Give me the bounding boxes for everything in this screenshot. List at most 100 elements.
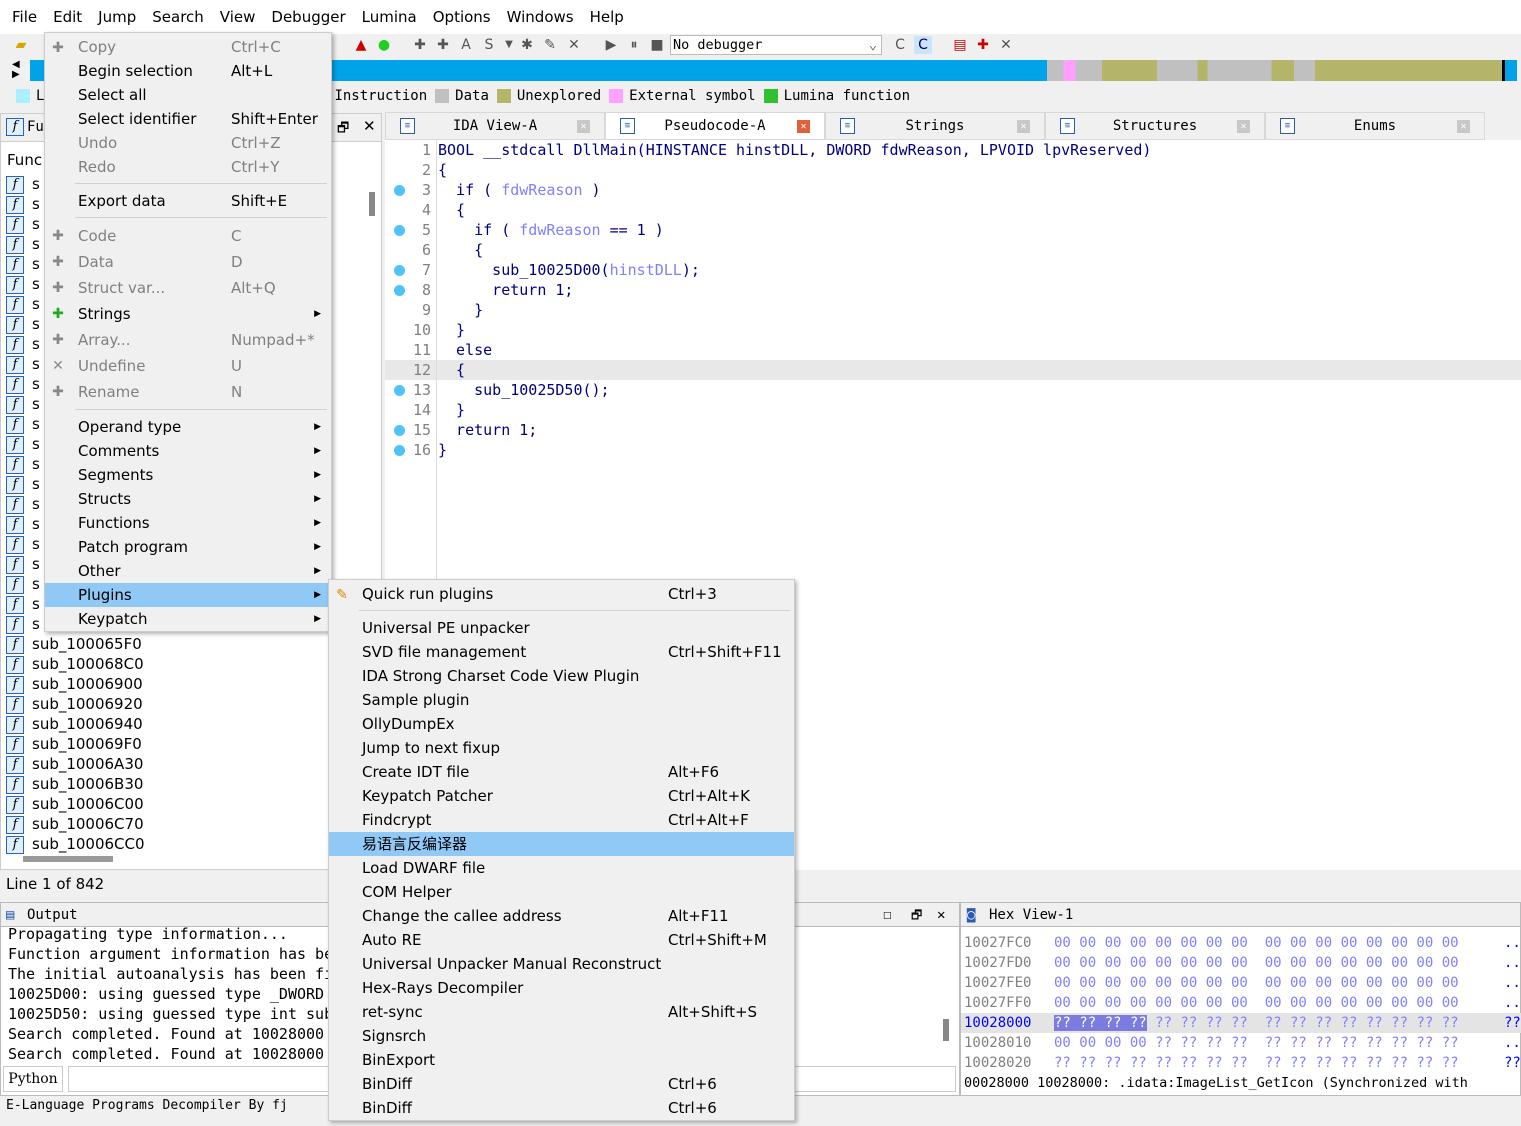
function-list-item[interactable]: s xyxy=(32,575,40,593)
menu-edit[interactable]: Edit xyxy=(45,8,90,26)
menu-item-bindiff[interactable]: BinDiff Ctrl+6 xyxy=(329,1072,794,1096)
menu-item-bindiff[interactable]: BinDiff Ctrl+6 xyxy=(329,1096,794,1120)
menu-item-ret-sync[interactable]: ret-sync Alt+Shift+S xyxy=(329,1000,794,1024)
array-icon[interactable]: ✱ xyxy=(518,36,536,54)
function-list-item[interactable]: s xyxy=(32,355,40,373)
code-line[interactable]: 5 if ( fdwReason == 1 ) xyxy=(385,220,1521,240)
function-list-item[interactable]: sub_100068C0 xyxy=(32,655,144,673)
run-green-icon[interactable]: ● xyxy=(375,36,393,54)
hex-row[interactable]: 10028000?? ?? ?? ?? ?? ?? ?? ?? ?? ?? ??… xyxy=(961,1013,1521,1033)
hex-row[interactable]: 10027FF0 00 00 00 00 00 00 00 00 00 00 00… xyxy=(961,993,1521,1013)
rename-icon[interactable]: ✎ xyxy=(541,36,559,54)
menu-item-export-data[interactable]: Export data Shift+E xyxy=(45,189,331,213)
horizontal-scrollbar[interactable] xyxy=(23,856,113,862)
restore-icon[interactable]: 🗗 xyxy=(911,903,922,927)
function-list-item[interactable]: sub_10006920 xyxy=(32,695,143,713)
breakpoint-icon[interactable]: ▲ xyxy=(352,36,370,54)
menu-item-copy[interactable]: ✚ Copy Ctrl+C xyxy=(45,35,331,59)
function-list-item[interactable]: s xyxy=(32,535,40,553)
function-list-item[interactable]: s xyxy=(32,195,40,213)
menu-lumina[interactable]: Lumina xyxy=(354,8,425,26)
code-line[interactable]: 8 return 1; xyxy=(385,280,1521,300)
add-breakpoint-icon[interactable]: ✚ xyxy=(974,36,992,54)
code-line[interactable]: 1 BOOL __stdcall DllMain(HINSTANCE hinstD… xyxy=(385,140,1521,160)
function-list-item[interactable]: s xyxy=(32,495,40,513)
menu-item-plugins[interactable]: Plugins ▶ xyxy=(45,583,331,607)
menu-item-universal-pe-unpacker[interactable]: Universal PE unpacker xyxy=(329,616,794,640)
menu-item-change-the-callee-address[interactable]: Change the callee address Alt+F11 xyxy=(329,904,794,928)
menu-item-com-helper[interactable]: COM Helper xyxy=(329,880,794,904)
vertical-scrollbar[interactable] xyxy=(369,192,375,216)
function-list-item[interactable]: sub_10006900 xyxy=(32,675,143,693)
menu-item-jump-to-next-fixup[interactable]: Jump to next fixup xyxy=(329,736,794,760)
menu-item-svd-file-management[interactable]: SVD file management Ctrl+Shift+F11 xyxy=(329,640,794,664)
hex-row[interactable]: 10028010 00 00 00 00 ?? ?? ?? ?? ?? ?? ??… xyxy=(961,1033,1521,1053)
menu-jump[interactable]: Jump xyxy=(90,8,144,26)
menu-item-functions[interactable]: Functions ▶ xyxy=(45,511,331,535)
function-list-item[interactable]: sub_10006C00 xyxy=(32,795,144,813)
code-line[interactable]: 14 } xyxy=(385,400,1521,420)
make-code-icon[interactable]: ✚ xyxy=(411,36,429,54)
menu-item-ollydumpex[interactable]: OllyDumpEx xyxy=(329,712,794,736)
close-tab-icon[interactable]: ✕ xyxy=(1457,120,1470,133)
code-line[interactable]: 15 return 1; xyxy=(385,420,1521,440)
hex-row[interactable]: 10027FE0 00 00 00 00 00 00 00 00 00 00 00… xyxy=(961,973,1521,993)
code-line[interactable]: 13 sub_10025D50(); xyxy=(385,380,1521,400)
menu-help[interactable]: Help xyxy=(582,8,632,26)
function-list-item[interactable]: sub_10006A30 xyxy=(32,755,143,773)
function-list-item[interactable]: sub_10006CC0 xyxy=(32,835,145,853)
menu-item-redo[interactable]: Redo Ctrl+Y xyxy=(45,155,331,179)
tab-strings[interactable]: ≡ Strings ✕ xyxy=(825,112,1045,140)
function-list-item[interactable]: sub_10006C70 xyxy=(32,815,144,833)
menu-item-load-dwarf-file[interactable]: Load DWARF file xyxy=(329,856,794,880)
code-line[interactable]: 7 sub_10025D00(hinstDLL); xyxy=(385,260,1521,280)
menu-item-create-idt-file[interactable]: Create IDT file Alt+F6 xyxy=(329,760,794,784)
function-list-item[interactable]: s xyxy=(32,315,40,333)
function-list-item[interactable]: sub_10006940 xyxy=(32,715,143,733)
debugger-select[interactable]: No debugger ⌄ xyxy=(670,35,882,55)
open-file-icon[interactable]: ▰ xyxy=(12,36,30,54)
function-list-item[interactable]: s xyxy=(32,475,40,493)
menu-item-data[interactable]: ✚ Data D xyxy=(45,249,331,275)
chevron-down-icon[interactable]: ▼ xyxy=(500,36,518,54)
menu-item-other[interactable]: Other ▶ xyxy=(45,559,331,583)
menu-item-array[interactable]: ✚ Array... Numpad+* xyxy=(45,327,331,353)
column-header-function-name[interactable]: Func xyxy=(7,151,42,169)
function-list-item[interactable]: sub_100065F0 xyxy=(32,635,142,653)
function-list-item[interactable]: s xyxy=(32,175,40,193)
hex-row[interactable]: 10027FC0 00 00 00 00 00 00 00 00 00 00 00… xyxy=(961,933,1521,953)
menu-file[interactable]: File xyxy=(4,8,45,26)
function-list-item[interactable]: s xyxy=(32,235,40,253)
menu-item-signsrch[interactable]: Signsrch xyxy=(329,1024,794,1048)
restore-icon[interactable]: 🗗 xyxy=(337,119,349,141)
function-list-item[interactable]: s xyxy=(32,595,40,613)
close-tab-icon[interactable]: ✕ xyxy=(1017,120,1030,133)
menu-item-rename[interactable]: ✚ Rename N xyxy=(45,379,331,405)
nav-arrows-icon[interactable]: ◀ ▶ xyxy=(12,60,20,80)
menu-item-select-identifier[interactable]: Select identifier Shift+Enter xyxy=(45,107,331,131)
code-line[interactable]: 9 } xyxy=(385,300,1521,320)
code-line[interactable]: 3 if ( fdwReason ) xyxy=(385,180,1521,200)
tab-pseudocode-a[interactable]: ≡ Pseudocode-A ✕ xyxy=(605,112,825,140)
function-list-item[interactable]: s xyxy=(32,275,40,293)
menu-item-universal-unpacker-manual-reconstruct[interactable]: Universal Unpacker Manual Reconstruct xyxy=(329,952,794,976)
tab-ida-view-a[interactable]: ≡ IDA View-A ✕ xyxy=(385,112,605,140)
menu-item-hex-rays-decompiler[interactable]: Hex-Rays Decompiler xyxy=(329,976,794,1000)
make-data-icon[interactable]: ✚ xyxy=(434,36,452,54)
stop-icon[interactable]: ■ xyxy=(648,36,666,54)
code-line[interactable]: 4 { xyxy=(385,200,1521,220)
hex-row[interactable]: 10027FD0 00 00 00 00 00 00 00 00 00 00 00… xyxy=(961,953,1521,973)
debug-view-icon[interactable]: ▤ xyxy=(951,36,969,54)
close-icon[interactable]: ✕ xyxy=(363,117,376,135)
function-list-item[interactable]: s xyxy=(32,375,40,393)
menu-search[interactable]: Search xyxy=(144,8,212,26)
menu-item-item[interactable]: 易语言反编译器 xyxy=(329,832,794,856)
menu-item-strings[interactable]: ✚ Strings ▶ xyxy=(45,301,331,327)
sync-decompile-icon[interactable]: C xyxy=(914,36,932,54)
delete-breakpoint-icon[interactable]: ✕ xyxy=(997,36,1015,54)
tab-structures[interactable]: ≡ Structures ✕ xyxy=(1045,112,1265,140)
function-list-item[interactable]: s xyxy=(32,615,40,633)
menu-options[interactable]: Options xyxy=(425,8,499,26)
play-icon[interactable]: ▶ xyxy=(602,36,620,54)
menu-item-undefine[interactable]: ✕ Undefine U xyxy=(45,353,331,379)
